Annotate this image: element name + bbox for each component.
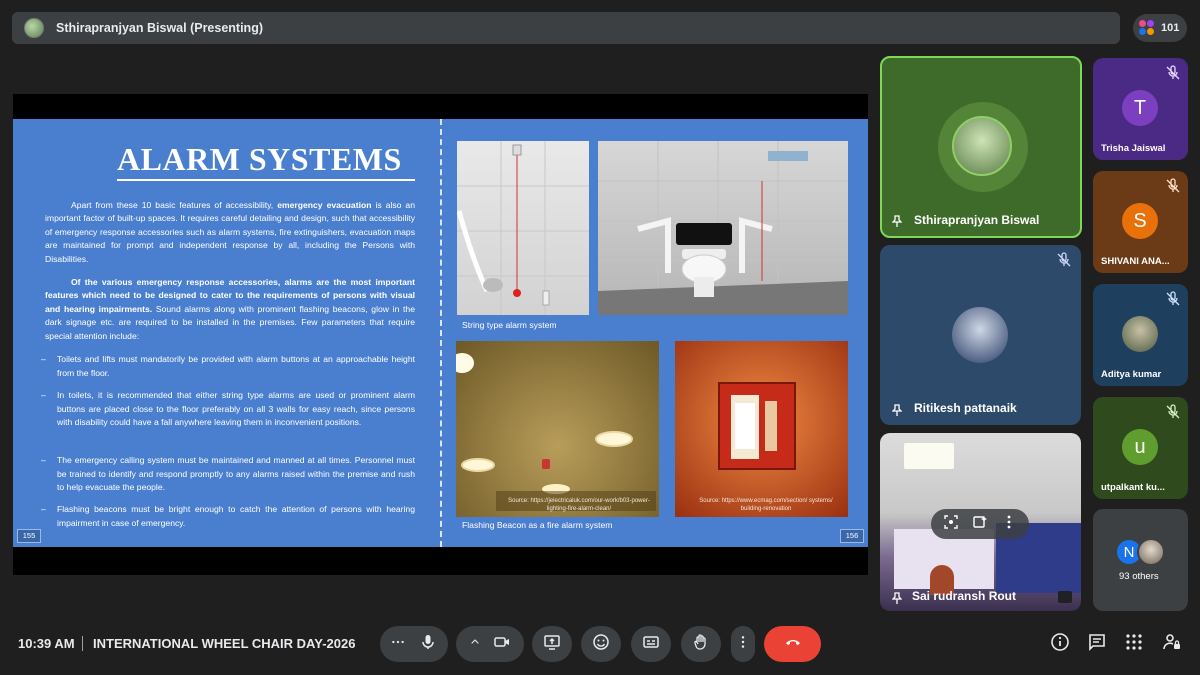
chevron-up-icon[interactable]: [469, 635, 481, 653]
participant-name: Ritikesh pattanaik: [914, 401, 1017, 415]
pin-icon[interactable]: [891, 591, 903, 604]
more-options-button[interactable]: [731, 626, 755, 662]
mic-off-icon: [1165, 178, 1181, 194]
caption-string-alarm: String type alarm system: [462, 320, 557, 330]
avatar: S: [1122, 203, 1158, 239]
title-underline: [117, 179, 415, 181]
raise-hand-button[interactable]: [681, 626, 721, 662]
mic-icon[interactable]: [419, 633, 437, 656]
slide-bullet: Flashing beacons must be bright enough t…: [41, 503, 415, 530]
participant-name: utpalkant ku...: [1101, 482, 1165, 493]
reactions-button[interactable]: [581, 626, 621, 662]
mic-control-group: [380, 626, 448, 662]
participant-tile-trisha[interactable]: T Trisha Jaiswal: [1093, 58, 1188, 160]
page-number-right: 156: [840, 529, 864, 543]
others-count: 93 others: [1119, 571, 1159, 582]
host-controls-button[interactable]: [1161, 633, 1183, 655]
presenting-icon: [1058, 591, 1072, 603]
slide-paragraph-2: Of the various emergency response access…: [45, 277, 415, 341]
chat-button[interactable]: [1086, 633, 1108, 655]
participant-name: SHIVANI ANA...: [1101, 256, 1170, 267]
camera-icon[interactable]: [493, 633, 511, 656]
participant-tile-aditya[interactable]: Aditya kumar: [1093, 284, 1188, 386]
slide-bullet: In toilets, it is recommended that eithe…: [41, 389, 415, 430]
participant-name: Aditya kumar: [1101, 369, 1162, 380]
more-options-icon[interactable]: [1001, 514, 1017, 535]
effects-icon[interactable]: [972, 514, 988, 535]
participant-tile-others[interactable]: N 93 others: [1093, 509, 1188, 611]
emoji-icon: [592, 633, 610, 656]
slide-paragraph-1: Apart from these 10 basic features of ac…: [45, 200, 415, 264]
presenter-avatar: [24, 18, 44, 38]
mic-off-icon: [1056, 252, 1072, 268]
present-screen-button[interactable]: [532, 626, 572, 662]
hand-icon: [692, 633, 710, 656]
slide-left-page: ALARM SYSTEMS Apart from these 10 basic …: [13, 119, 441, 547]
participant-tile-sai-rudransh[interactable]: Sai rudransh Rout: [880, 433, 1081, 611]
slide-bullet: Toilets and lifts must mandatorily be pr…: [41, 353, 415, 380]
slide-title: ALARM SYSTEMS: [117, 141, 402, 177]
captions-button[interactable]: [631, 626, 671, 662]
source-credit-2: Source: https://www.ecmag.com/section/ s…: [699, 498, 833, 512]
avatar: T: [1122, 90, 1158, 126]
pin-icon[interactable]: [891, 214, 903, 227]
participant-name: Sai rudransh Rout: [912, 589, 1017, 603]
presentation-stage: ALARM SYSTEMS Apart from these 10 basic …: [13, 94, 868, 575]
mic-off-icon: [1165, 404, 1181, 420]
avatar: [1122, 316, 1158, 352]
camera-control-group: [456, 626, 524, 662]
ceiling-light: [904, 443, 954, 469]
avatar: [952, 116, 1012, 176]
pin-icon[interactable]: [891, 403, 903, 416]
presenter-title: Sthirapranjyan Biswal (Presenting): [56, 21, 263, 35]
participant-tile-shivani[interactable]: S SHIVANI ANA...: [1093, 171, 1188, 273]
fire-strobe-photo: [675, 341, 848, 517]
more-vert-icon: [736, 635, 750, 654]
participant-tile-ritikesh[interactable]: Ritikesh pattanaik: [880, 245, 1081, 425]
apps-grid-icon: [1124, 632, 1144, 657]
lock-person-icon: [1162, 632, 1182, 657]
mic-off-icon: [1165, 291, 1181, 307]
accessible-toilet-photo: [598, 141, 848, 315]
participant-tile-sthirapranjyan[interactable]: Sthirapranjyan Biswal: [880, 56, 1082, 238]
ceiling-beacon-photo: [456, 341, 659, 517]
audio-options-icon[interactable]: [391, 635, 405, 654]
avatar: [952, 307, 1008, 363]
frame-icon[interactable]: [943, 514, 959, 535]
present-screen-icon: [543, 633, 561, 656]
participants-button[interactable]: 101: [1133, 14, 1187, 42]
info-icon: [1050, 632, 1070, 657]
mic-off-icon: [1165, 65, 1181, 81]
participant-tile-utpalkant[interactable]: u utpalkant ku...: [1093, 397, 1188, 499]
chat-icon: [1087, 632, 1107, 657]
participant-name: Trisha Jaiswal: [1101, 143, 1166, 154]
presenter-bar: Sthirapranjyan Biswal (Presenting): [12, 12, 1120, 44]
participant-name: Sthirapranjyan Biswal: [914, 213, 1040, 227]
divider: [82, 636, 83, 651]
captions-icon: [642, 633, 660, 656]
clock: 10:39 AM: [18, 636, 75, 651]
source-credit-1: Source: https://jelectricaluk.com/our-wo…: [508, 498, 650, 512]
participants-count: 101: [1161, 22, 1180, 34]
caption-flashing-beacon: Flashing Beacon as a fire alarm system: [462, 520, 613, 530]
avatar: u: [1122, 429, 1158, 465]
page-number-left: 155: [17, 529, 41, 543]
participants-avatars-icon: [1139, 20, 1155, 36]
activities-button[interactable]: [1123, 633, 1145, 655]
bottom-bar: 10:39 AM INTERNATIONAL WHEEL CHAIR DAY-2…: [0, 612, 1200, 675]
page-divider: [440, 119, 442, 547]
slide: ALARM SYSTEMS Apart from these 10 basic …: [13, 119, 868, 547]
avatar: [1137, 538, 1165, 566]
hang-up-icon: [784, 633, 802, 656]
tile-hover-controls: [931, 509, 1029, 539]
meeting-details-button[interactable]: [1049, 632, 1071, 657]
string-alarm-photo: [457, 141, 589, 315]
slide-bullet: The emergency calling system must be mai…: [41, 454, 415, 495]
meeting-title: INTERNATIONAL WHEEL CHAIR DAY-2026: [93, 636, 356, 651]
leave-call-button[interactable]: [764, 626, 821, 662]
